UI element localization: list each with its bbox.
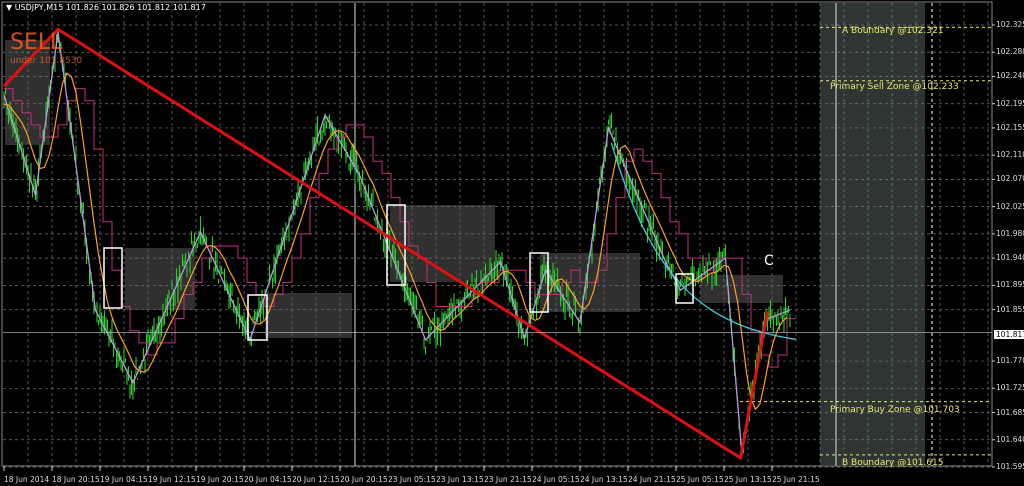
price-axis-tick: 102.195 xyxy=(996,98,1024,108)
time-axis-tick: 23 Jun 21:15 xyxy=(484,475,532,484)
time-axis-tick: 20 Jun 04:15 xyxy=(244,475,292,484)
zone-a-boundary: A Boundary @102.321 xyxy=(842,26,944,36)
time-axis-tick: 20 Jun 12:15 xyxy=(292,475,340,484)
time-axis-tick: 24 Jun 05:15 xyxy=(532,475,580,484)
signal-sublabel: under 101.8530 xyxy=(10,56,83,66)
price-axis-tick: 102.240 xyxy=(996,71,1024,81)
price-axis-tick: 102.280 xyxy=(996,47,1024,57)
wave-trendline xyxy=(2,27,769,461)
price-axis-tick: 101.855 xyxy=(996,304,1024,314)
price-axis-tick: 101.940 xyxy=(996,253,1024,263)
price-axis-tick: 101.725 xyxy=(996,383,1024,393)
time-axis-tick: 24 Jun 13:15 xyxy=(580,475,628,484)
time-axis-tick: 19 Jun 04:15 xyxy=(100,475,148,484)
wave-label: C xyxy=(764,253,774,269)
price-axis-tick: 101.895 xyxy=(996,280,1024,290)
time-axis-tick: 23 Jun 05:15 xyxy=(388,475,436,484)
time-axis-tick: 23 Jun 13:15 xyxy=(436,475,484,484)
zone-primary-buy: Primary Buy Zone @101.703 xyxy=(830,405,960,415)
time-axis-tick: 20 Jun 20:15 xyxy=(340,475,388,484)
time-axis-tick: 19 Jun 20:15 xyxy=(196,475,244,484)
time-axis-tick: 25 Jun 05:15 xyxy=(676,475,724,484)
price-axis-tick: 102.110 xyxy=(996,150,1024,160)
time-axis-tick: 19 Jun 12:15 xyxy=(148,475,196,484)
price-axis-tick: 101.980 xyxy=(996,228,1024,238)
price-axis-tick: 102.155 xyxy=(996,122,1024,132)
price-axis-tick: 102.325 xyxy=(996,20,1024,29)
price-axis-tick: 101.595 xyxy=(996,462,1024,471)
price-axis-tick: 101.685 xyxy=(996,407,1024,417)
time-axis-tick: 24 Jun 21:15 xyxy=(628,475,676,484)
time-axis-tick: 25 Jun 13:15 xyxy=(724,475,772,484)
time-axis-tick: 18 Jun 20:15 xyxy=(52,475,100,484)
price-axis-tick: 102.025 xyxy=(996,201,1024,211)
zone-primary-sell: Primary Sell Zone @102.233 xyxy=(830,82,959,92)
signal-label: SELL xyxy=(10,30,63,55)
price-axis-tick: 102.070 xyxy=(996,174,1024,184)
zone-b-boundary: B Boundary @101.615 xyxy=(842,458,944,468)
current-price-label: 101.817 xyxy=(994,330,1024,339)
time-axis-tick: 18 Jun 2014 xyxy=(4,475,50,484)
consolidation-box xyxy=(265,293,352,338)
price-axis-tick: 101.770 xyxy=(996,356,1024,366)
time-axis-tick: 25 Jun 21:15 xyxy=(772,475,820,484)
chart-title: ▼ USDJPY,M15 101.826 101.826 101.812 101… xyxy=(6,3,206,12)
price-axis-tick: 101.640 xyxy=(996,434,1024,444)
